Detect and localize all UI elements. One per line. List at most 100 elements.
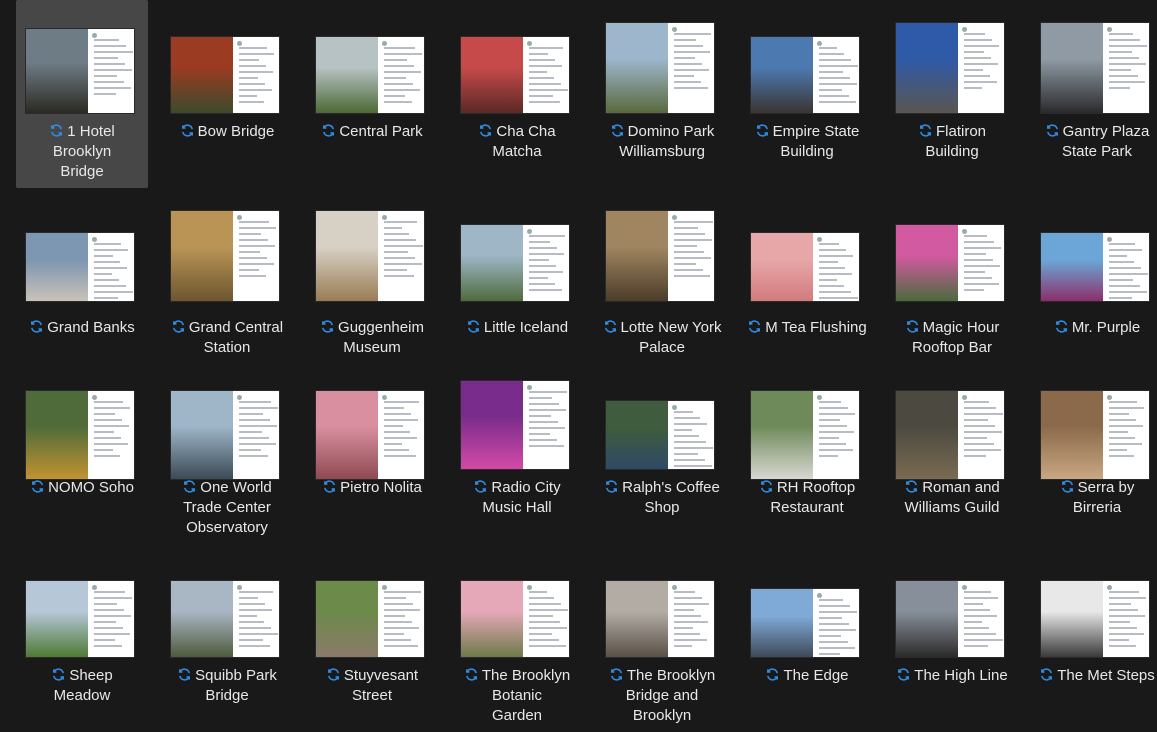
file-item[interactable]: M Tea Flushing xyxy=(741,188,873,344)
post-text-preview xyxy=(88,29,134,113)
file-item[interactable]: Flatiron Building xyxy=(886,0,1018,168)
file-thumbnail xyxy=(750,588,860,658)
file-name: RH Rooftop Restaurant xyxy=(770,479,856,516)
file-item[interactable]: The Met Steps xyxy=(1031,544,1157,692)
file-thumbnail xyxy=(315,580,425,658)
post-text-preview xyxy=(668,401,714,469)
photo-preview xyxy=(606,581,668,657)
file-thumbnail xyxy=(25,390,135,480)
file-name: M Tea Flushing xyxy=(765,319,867,336)
post-text-preview xyxy=(958,391,1004,479)
file-label: Sheep Meadow xyxy=(16,666,148,706)
photo-preview xyxy=(26,581,88,657)
file-name: Empire State Building xyxy=(772,123,860,160)
photo-preview xyxy=(316,37,378,113)
file-item[interactable]: Sheep Meadow xyxy=(16,544,148,712)
sync-icon xyxy=(31,320,43,333)
file-item[interactable]: Radio City Music Hall xyxy=(451,356,583,524)
post-text-preview xyxy=(1103,233,1149,301)
file-item[interactable]: The High Line xyxy=(886,544,1018,692)
post-text-preview xyxy=(378,211,424,301)
file-label: Bow Bridge xyxy=(161,122,293,142)
file-label: Grand Banks xyxy=(16,318,148,338)
sync-icon xyxy=(898,668,910,681)
post-text-preview xyxy=(958,225,1004,301)
post-text-preview xyxy=(813,233,859,301)
file-label: The High Line xyxy=(886,666,1018,686)
file-name: NOMO Soho xyxy=(48,479,134,496)
file-name: Ralph's Coffee Shop xyxy=(622,479,720,516)
file-item[interactable]: Magic Hour Rooftop Bar xyxy=(886,188,1018,364)
photo-preview xyxy=(1041,233,1103,301)
file-item[interactable]: Guggenheim Museum xyxy=(306,188,438,364)
file-thumbnail xyxy=(25,232,135,302)
file-thumbnail xyxy=(895,580,1005,658)
sync-icon xyxy=(756,124,768,137)
sync-icon xyxy=(604,320,616,333)
file-item[interactable]: Serra by Birreria xyxy=(1031,356,1157,524)
file-item[interactable]: Ralph's Coffee Shop xyxy=(596,356,728,524)
file-item[interactable]: Bow Bridge xyxy=(161,0,293,148)
file-name: Cha Cha Matcha xyxy=(492,123,556,160)
file-thumbnail xyxy=(750,232,860,302)
file-item[interactable]: Stuyvesant Street xyxy=(306,544,438,712)
file-label: Stuyvesant Street xyxy=(306,666,438,706)
file-name: Serra by Birreria xyxy=(1072,479,1135,516)
file-label: The Edge xyxy=(741,666,873,686)
file-thumbnail xyxy=(750,390,860,480)
file-label: Flatiron Building xyxy=(886,122,1018,162)
file-item[interactable]: Central Park xyxy=(306,0,438,148)
file-label: The Brooklyn Botanic Garden xyxy=(451,666,583,726)
file-name: The Met Steps xyxy=(1057,667,1155,684)
file-item[interactable]: One World Trade Center Observatory xyxy=(161,356,293,544)
file-name: Flatiron Building xyxy=(925,123,987,160)
file-item[interactable]: NOMO Soho xyxy=(16,356,148,504)
file-name: Lotte New York Palace xyxy=(620,319,722,356)
file-item[interactable]: Grand Banks xyxy=(16,188,148,344)
photo-preview xyxy=(316,391,378,479)
file-item[interactable]: 1 Hotel Brooklyn Bridge xyxy=(16,0,148,188)
file-thumbnail xyxy=(315,36,425,114)
file-thumbnail xyxy=(750,36,860,114)
photo-preview xyxy=(171,37,233,113)
file-item[interactable]: Grand Central Station xyxy=(161,188,293,364)
file-thumbnail xyxy=(605,210,715,302)
file-item[interactable]: The Brooklyn Botanic Garden xyxy=(451,544,583,732)
file-item[interactable]: Pietro Nolita xyxy=(306,356,438,504)
file-item[interactable]: Domino Park Williamsburg xyxy=(596,0,728,168)
file-label: Central Park xyxy=(306,122,438,142)
file-item[interactable]: Lotte New York Palace xyxy=(596,188,728,364)
file-name: Gantry Plaza State Park xyxy=(1061,123,1150,160)
sync-icon xyxy=(322,320,333,333)
file-item[interactable]: The Brooklyn Bridge and Brooklyn xyxy=(596,544,728,732)
post-text-preview xyxy=(378,581,424,657)
file-item[interactable]: Empire State Building xyxy=(741,0,873,168)
file-item[interactable]: Roman and Williams Guild xyxy=(886,356,1018,524)
photo-preview xyxy=(316,581,378,657)
file-label: RH Rooftop Restaurant xyxy=(741,478,873,518)
photo-preview xyxy=(606,401,668,469)
file-item[interactable]: Cha Cha Matcha xyxy=(451,0,583,168)
photo-preview xyxy=(751,589,813,657)
post-text-preview xyxy=(1103,23,1149,113)
photo-preview xyxy=(461,581,523,657)
file-grid: 1 Hotel Brooklyn Bridge Bow Bridge Central… xyxy=(0,0,1157,724)
sync-icon xyxy=(1046,124,1058,137)
sync-icon xyxy=(606,480,618,493)
file-thumbnail xyxy=(895,22,1005,114)
file-item[interactable]: Little Iceland xyxy=(451,188,583,344)
file-item[interactable]: Mr. Purple xyxy=(1031,188,1157,344)
post-text-preview xyxy=(233,391,279,479)
file-name: Grand Banks xyxy=(47,319,135,336)
post-text-preview xyxy=(958,23,1004,113)
sync-icon xyxy=(760,480,772,493)
sync-icon xyxy=(324,480,336,493)
file-item[interactable]: Squibb Park Bridge xyxy=(161,544,293,712)
sync-icon xyxy=(610,668,622,681)
sync-icon xyxy=(184,480,196,493)
file-item[interactable]: RH Rooftop Restaurant xyxy=(741,356,873,524)
post-text-preview xyxy=(523,581,569,657)
file-name: Domino Park Williamsburg xyxy=(619,123,715,160)
file-item[interactable]: Gantry Plaza State Park xyxy=(1031,0,1157,168)
file-item[interactable]: The Edge xyxy=(741,544,873,692)
